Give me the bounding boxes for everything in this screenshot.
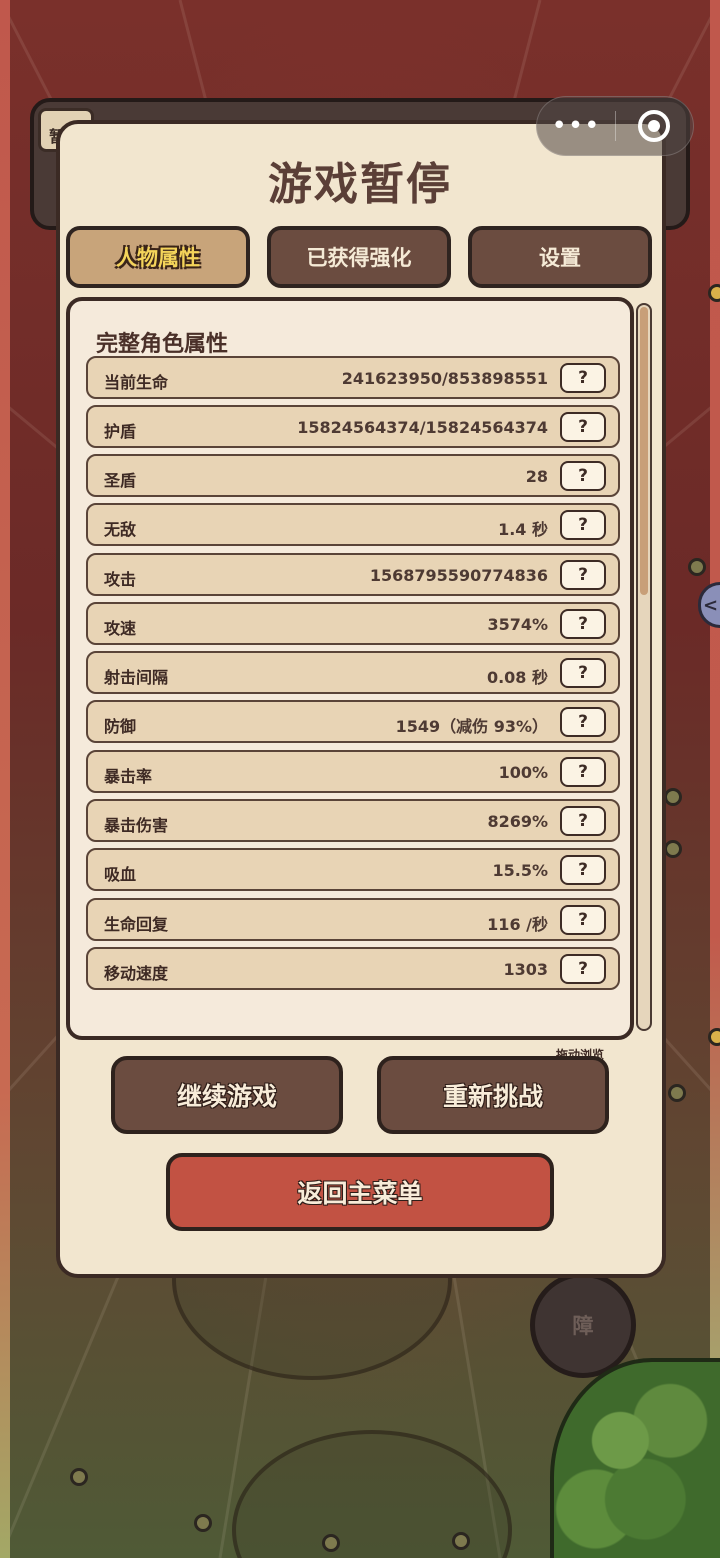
orb	[664, 788, 682, 806]
stat-label: 生命回复	[104, 915, 169, 934]
stat-label: 射击间隔	[104, 668, 169, 687]
orb	[70, 1468, 88, 1486]
help-button[interactable]: ?	[560, 905, 606, 935]
stat-label: 防御	[104, 717, 137, 736]
close-miniprogram-icon[interactable]	[638, 110, 670, 142]
help-button[interactable]: ?	[560, 954, 606, 984]
help-button[interactable]: ?	[560, 560, 606, 590]
help-button[interactable]: ?	[560, 658, 606, 688]
stat-row-invincible: 无敌 1.4 秒 ?	[86, 503, 620, 546]
help-button[interactable]: ?	[560, 510, 606, 540]
stat-row-current-hp: 当前生命 241623950/853898551 ?	[86, 356, 620, 399]
stat-value: 1549（减伤 93%）	[395, 717, 548, 736]
orb	[194, 1514, 212, 1532]
stat-value: 15.5%	[492, 861, 548, 880]
help-button[interactable]: ?	[560, 806, 606, 836]
stat-label: 无敌	[104, 520, 137, 539]
stat-label: 移动速度	[104, 964, 169, 983]
orb	[452, 1532, 470, 1550]
background-edge-right	[710, 0, 720, 1558]
stat-label: 攻击	[104, 570, 137, 589]
stat-value: 3574%	[487, 615, 548, 634]
stat-row-shield: 护盾 15824564374/15824564374 ?	[86, 405, 620, 448]
orb	[708, 284, 720, 302]
help-button[interactable]: ?	[560, 461, 606, 491]
tab-character-attributes[interactable]: 人物属性	[66, 226, 250, 288]
orb	[664, 840, 682, 858]
stat-label: 当前生命	[104, 373, 169, 392]
close-dot	[648, 120, 660, 132]
tab-acquired-upgrades[interactable]: 已获得强化	[267, 226, 451, 288]
stat-value: 28	[525, 467, 548, 486]
help-button[interactable]: ?	[560, 363, 606, 393]
stat-value: 100%	[498, 763, 548, 782]
obstacle-skill-button[interactable]: 障	[530, 1272, 636, 1378]
orb	[322, 1534, 340, 1552]
capsule-divider	[615, 111, 616, 141]
tab-settings[interactable]: 设置	[468, 226, 652, 288]
orb	[708, 1028, 720, 1046]
continue-game-button[interactable]: 继续游戏	[111, 1056, 343, 1134]
stat-label: 吸血	[104, 865, 137, 884]
stats-scrollbar[interactable]	[636, 303, 652, 1031]
stat-row-lifesteal: 吸血 15.5% ?	[86, 848, 620, 891]
main-menu-button[interactable]: 返回主菜单	[166, 1153, 554, 1231]
stat-value: 15824564374/15824564374	[297, 418, 548, 437]
stat-row-crit-damage: 暴击伤害 8269% ?	[86, 799, 620, 842]
pause-title: 游戏暂停	[268, 159, 452, 210]
stat-value: 1303	[503, 960, 548, 979]
orb	[668, 1084, 686, 1102]
help-button[interactable]: ?	[560, 609, 606, 639]
stat-label: 攻速	[104, 619, 137, 638]
stat-label: 暴击伤害	[104, 816, 169, 835]
stat-row-attack-speed: 攻速 3574% ?	[86, 602, 620, 645]
stat-value: 0.08 秒	[486, 668, 548, 687]
stat-label: 暴击率	[104, 767, 153, 786]
stat-row-hp-regen: 生命回复 116 /秒 ?	[86, 898, 620, 941]
help-button[interactable]: ?	[560, 707, 606, 737]
help-button[interactable]: ?	[560, 757, 606, 787]
miniprogram-capsule: •••	[536, 96, 694, 156]
stat-row-shot-interval: 射击间隔 0.08 秒 ?	[86, 651, 620, 694]
stat-value: 1568795590774836	[369, 566, 548, 585]
stats-scroll-thumb[interactable]	[640, 307, 648, 595]
retry-button[interactable]: 重新挑战	[377, 1056, 609, 1134]
stat-label: 护盾	[104, 422, 137, 441]
stat-row-crit-rate: 暴击率 100% ?	[86, 750, 620, 793]
stat-row-move-speed: 移动速度 1303 ?	[86, 947, 620, 990]
background-edge-left	[0, 0, 10, 1558]
help-button[interactable]: ?	[560, 412, 606, 442]
stat-value: 241623950/853898551	[341, 369, 548, 388]
more-icon[interactable]: •••	[537, 96, 615, 156]
stat-value: 116 /秒	[487, 915, 548, 934]
help-button[interactable]: ?	[560, 855, 606, 885]
stat-row-holy-shield: 圣盾 28 ?	[86, 454, 620, 497]
stat-label: 圣盾	[104, 471, 137, 490]
orb	[688, 558, 706, 576]
stat-row-defense: 防御 1549（减伤 93%） ?	[86, 700, 620, 743]
stat-value: 1.4 秒	[498, 520, 548, 539]
section-title: 完整角色属性	[96, 332, 229, 357]
stat-row-attack: 攻击 1568795590774836 ?	[86, 553, 620, 596]
stat-value: 8269%	[487, 812, 548, 831]
